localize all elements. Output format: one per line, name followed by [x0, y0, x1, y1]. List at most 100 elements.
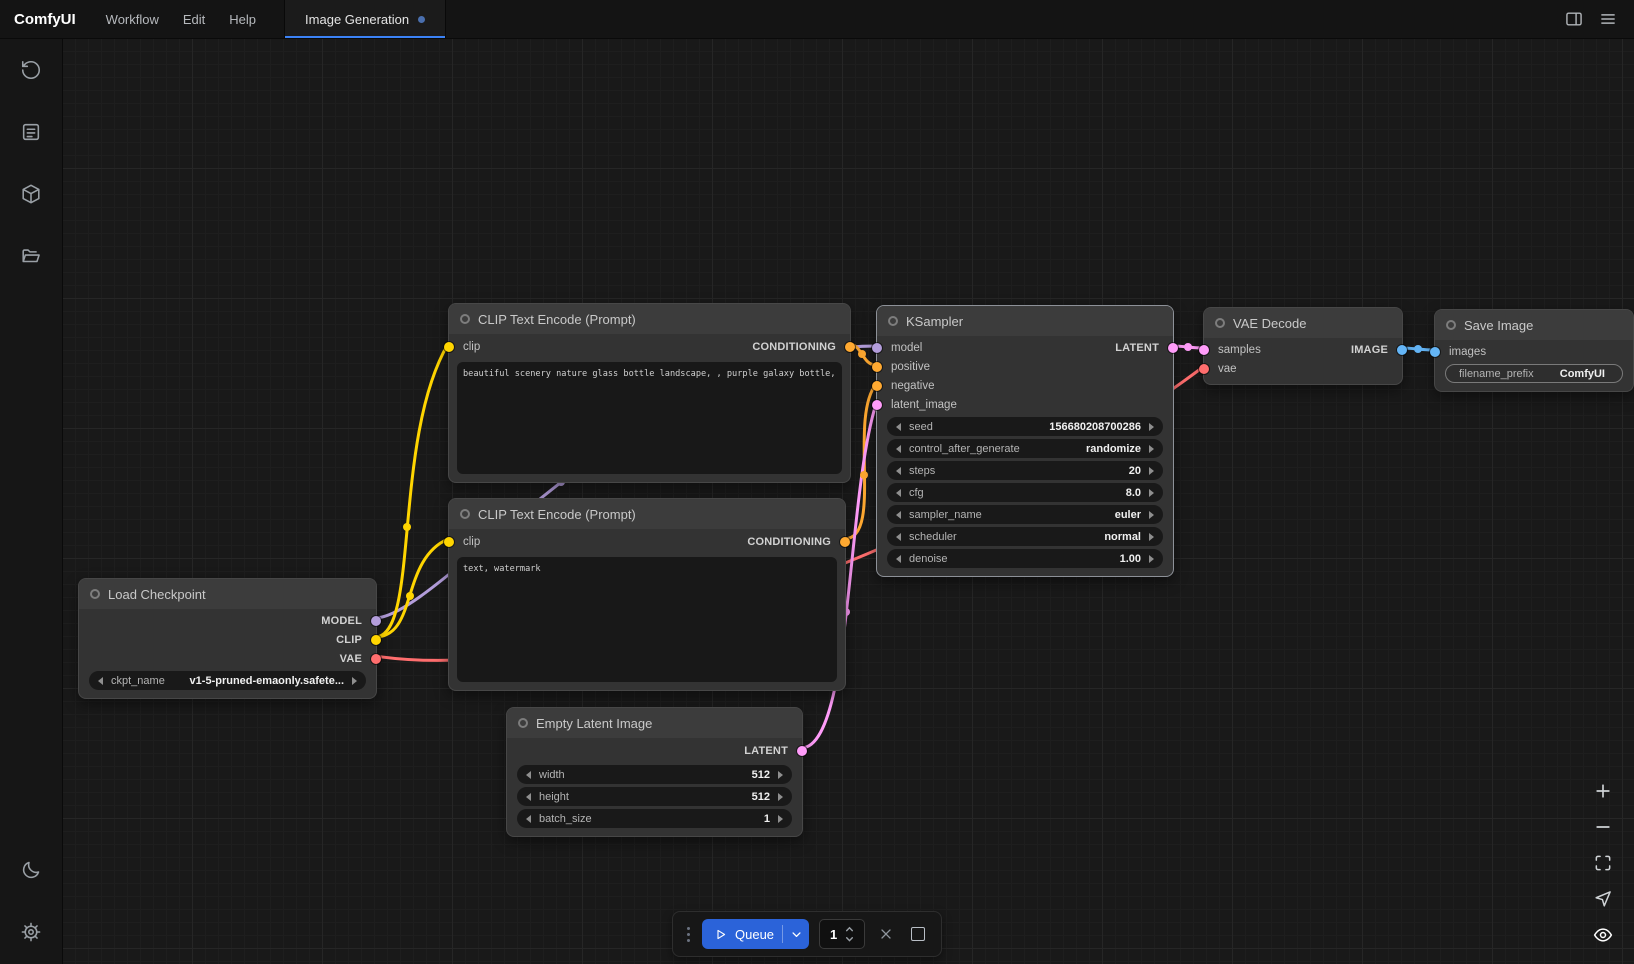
node-header[interactable]: Save Image: [1435, 310, 1633, 340]
increment-icon[interactable]: [1149, 533, 1154, 541]
output-port-conditioning[interactable]: [840, 537, 850, 547]
clear-queue-icon[interactable]: [875, 923, 897, 945]
input-port-negative[interactable]: [872, 381, 882, 391]
increment-icon[interactable]: [1149, 423, 1154, 431]
collapse-dot-icon[interactable]: [518, 718, 528, 728]
widget-filename-prefix[interactable]: filename_prefix ComfyUI: [1445, 364, 1623, 383]
node-header[interactable]: CLIP Text Encode (Prompt): [449, 499, 845, 529]
widget-sampler-name[interactable]: sampler_name euler: [887, 505, 1163, 524]
collapse-dot-icon[interactable]: [1215, 318, 1225, 328]
hamburger-menu-icon[interactable]: [1598, 9, 1618, 29]
zoom-in-icon[interactable]: [1593, 781, 1613, 801]
collapse-dot-icon[interactable]: [90, 589, 100, 599]
output-port-clip[interactable]: [371, 635, 381, 645]
folder-icon[interactable]: [11, 236, 51, 276]
step-up-icon[interactable]: [844, 925, 855, 933]
log-icon[interactable]: [11, 112, 51, 152]
input-port-vae[interactable]: [1199, 364, 1209, 374]
decrement-icon[interactable]: [526, 793, 531, 801]
pointer-navigation-icon[interactable]: [1593, 889, 1613, 909]
widget-width[interactable]: width 512: [517, 765, 792, 784]
widget-control-after-generate[interactable]: control_after_generate randomize: [887, 439, 1163, 458]
input-port-clip[interactable]: [444, 342, 454, 352]
input-port-latent-image[interactable]: [872, 400, 882, 410]
history-icon[interactable]: [11, 50, 51, 90]
output-port-image[interactable]: [1397, 345, 1407, 355]
node-header[interactable]: Load Checkpoint: [79, 579, 376, 609]
output-port-model[interactable]: [371, 616, 381, 626]
stop-icon[interactable]: [907, 923, 929, 945]
increment-icon[interactable]: [1149, 489, 1154, 497]
menu-help[interactable]: Help: [217, 12, 268, 27]
node-clip-text-encode-positive[interactable]: CLIP Text Encode (Prompt) clip CONDITION…: [448, 303, 851, 483]
node-load-checkpoint[interactable]: Load Checkpoint MODEL CLIP VAE ckpt_name…: [78, 578, 377, 699]
decrement-icon[interactable]: [526, 771, 531, 779]
drag-handle-icon[interactable]: [685, 923, 692, 946]
decrement-icon[interactable]: [896, 533, 901, 541]
node-header[interactable]: Empty Latent Image: [507, 708, 802, 738]
increment-icon[interactable]: [1149, 467, 1154, 475]
input-port-model[interactable]: [872, 343, 882, 353]
toggle-panel-icon[interactable]: [1564, 9, 1584, 29]
collapse-dot-icon[interactable]: [888, 316, 898, 326]
increment-icon[interactable]: [778, 793, 783, 801]
collapse-dot-icon[interactable]: [460, 509, 470, 519]
node-save-image[interactable]: Save Image images filename_prefix ComfyU…: [1434, 309, 1634, 392]
node-graph-canvas[interactable]: [62, 38, 1634, 964]
input-port-images[interactable]: [1430, 347, 1440, 357]
widget-height[interactable]: height 512: [517, 787, 792, 806]
decrement-icon[interactable]: [896, 555, 901, 563]
increment-icon[interactable]: [778, 771, 783, 779]
fit-view-icon[interactable]: [1593, 853, 1613, 873]
box-icon[interactable]: [11, 174, 51, 214]
input-port-samples[interactable]: [1199, 345, 1209, 355]
input-port-clip[interactable]: [444, 537, 454, 547]
widget-cfg[interactable]: cfg 8.0: [887, 483, 1163, 502]
eye-toggle-icon[interactable]: [1593, 925, 1613, 945]
increment-icon[interactable]: [352, 677, 357, 685]
node-empty-latent-image[interactable]: Empty Latent Image LATENT width 512 heig…: [506, 707, 803, 837]
decrement-icon[interactable]: [896, 467, 901, 475]
output-port-latent[interactable]: [1168, 343, 1178, 353]
node-header[interactable]: VAE Decode: [1204, 308, 1402, 338]
settings-gear-icon[interactable]: [11, 912, 51, 952]
node-header[interactable]: CLIP Text Encode (Prompt): [449, 304, 850, 334]
decrement-icon[interactable]: [896, 423, 901, 431]
decrement-icon[interactable]: [98, 677, 103, 685]
widget-batch-size[interactable]: batch_size 1: [517, 809, 792, 828]
queue-button[interactable]: Queue: [702, 919, 782, 949]
widget-ckpt-name[interactable]: ckpt_name v1-5-pruned-emaonly.safete...: [89, 671, 366, 690]
queue-options-button[interactable]: [783, 919, 809, 949]
output-port-vae[interactable]: [371, 654, 381, 664]
batch-count-stepper[interactable]: 1: [819, 919, 865, 949]
input-port-positive[interactable]: [872, 362, 882, 372]
widget-seed[interactable]: seed 156680208700286: [887, 417, 1163, 436]
menu-workflow[interactable]: Workflow: [94, 12, 171, 27]
increment-icon[interactable]: [778, 815, 783, 823]
prompt-textarea[interactable]: text, watermark: [457, 557, 837, 682]
theme-toggle-moon-icon[interactable]: [11, 850, 51, 890]
collapse-dot-icon[interactable]: [460, 314, 470, 324]
node-vae-decode[interactable]: VAE Decode samples IMAGE vae: [1203, 307, 1403, 385]
node-clip-text-encode-negative[interactable]: CLIP Text Encode (Prompt) clip CONDITION…: [448, 498, 846, 691]
decrement-icon[interactable]: [896, 489, 901, 497]
decrement-icon[interactable]: [896, 445, 901, 453]
node-header[interactable]: KSampler: [877, 306, 1173, 336]
collapse-dot-icon[interactable]: [1446, 320, 1456, 330]
widget-steps[interactable]: steps 20: [887, 461, 1163, 480]
node-ksampler[interactable]: KSampler model LATENT positive negative …: [876, 305, 1174, 577]
output-port-conditioning[interactable]: [845, 342, 855, 352]
widget-denoise[interactable]: denoise 1.00: [887, 549, 1163, 568]
increment-icon[interactable]: [1149, 511, 1154, 519]
tab-image-generation[interactable]: Image Generation: [284, 0, 446, 38]
output-port-latent[interactable]: [797, 746, 807, 756]
widget-scheduler[interactable]: scheduler normal: [887, 527, 1163, 546]
menu-edit[interactable]: Edit: [171, 12, 217, 27]
zoom-out-icon[interactable]: [1593, 817, 1613, 837]
increment-icon[interactable]: [1149, 445, 1154, 453]
decrement-icon[interactable]: [526, 815, 531, 823]
prompt-textarea[interactable]: beautiful scenery nature glass bottle la…: [457, 362, 842, 474]
decrement-icon[interactable]: [896, 511, 901, 519]
increment-icon[interactable]: [1149, 555, 1154, 563]
step-down-icon[interactable]: [844, 935, 855, 943]
